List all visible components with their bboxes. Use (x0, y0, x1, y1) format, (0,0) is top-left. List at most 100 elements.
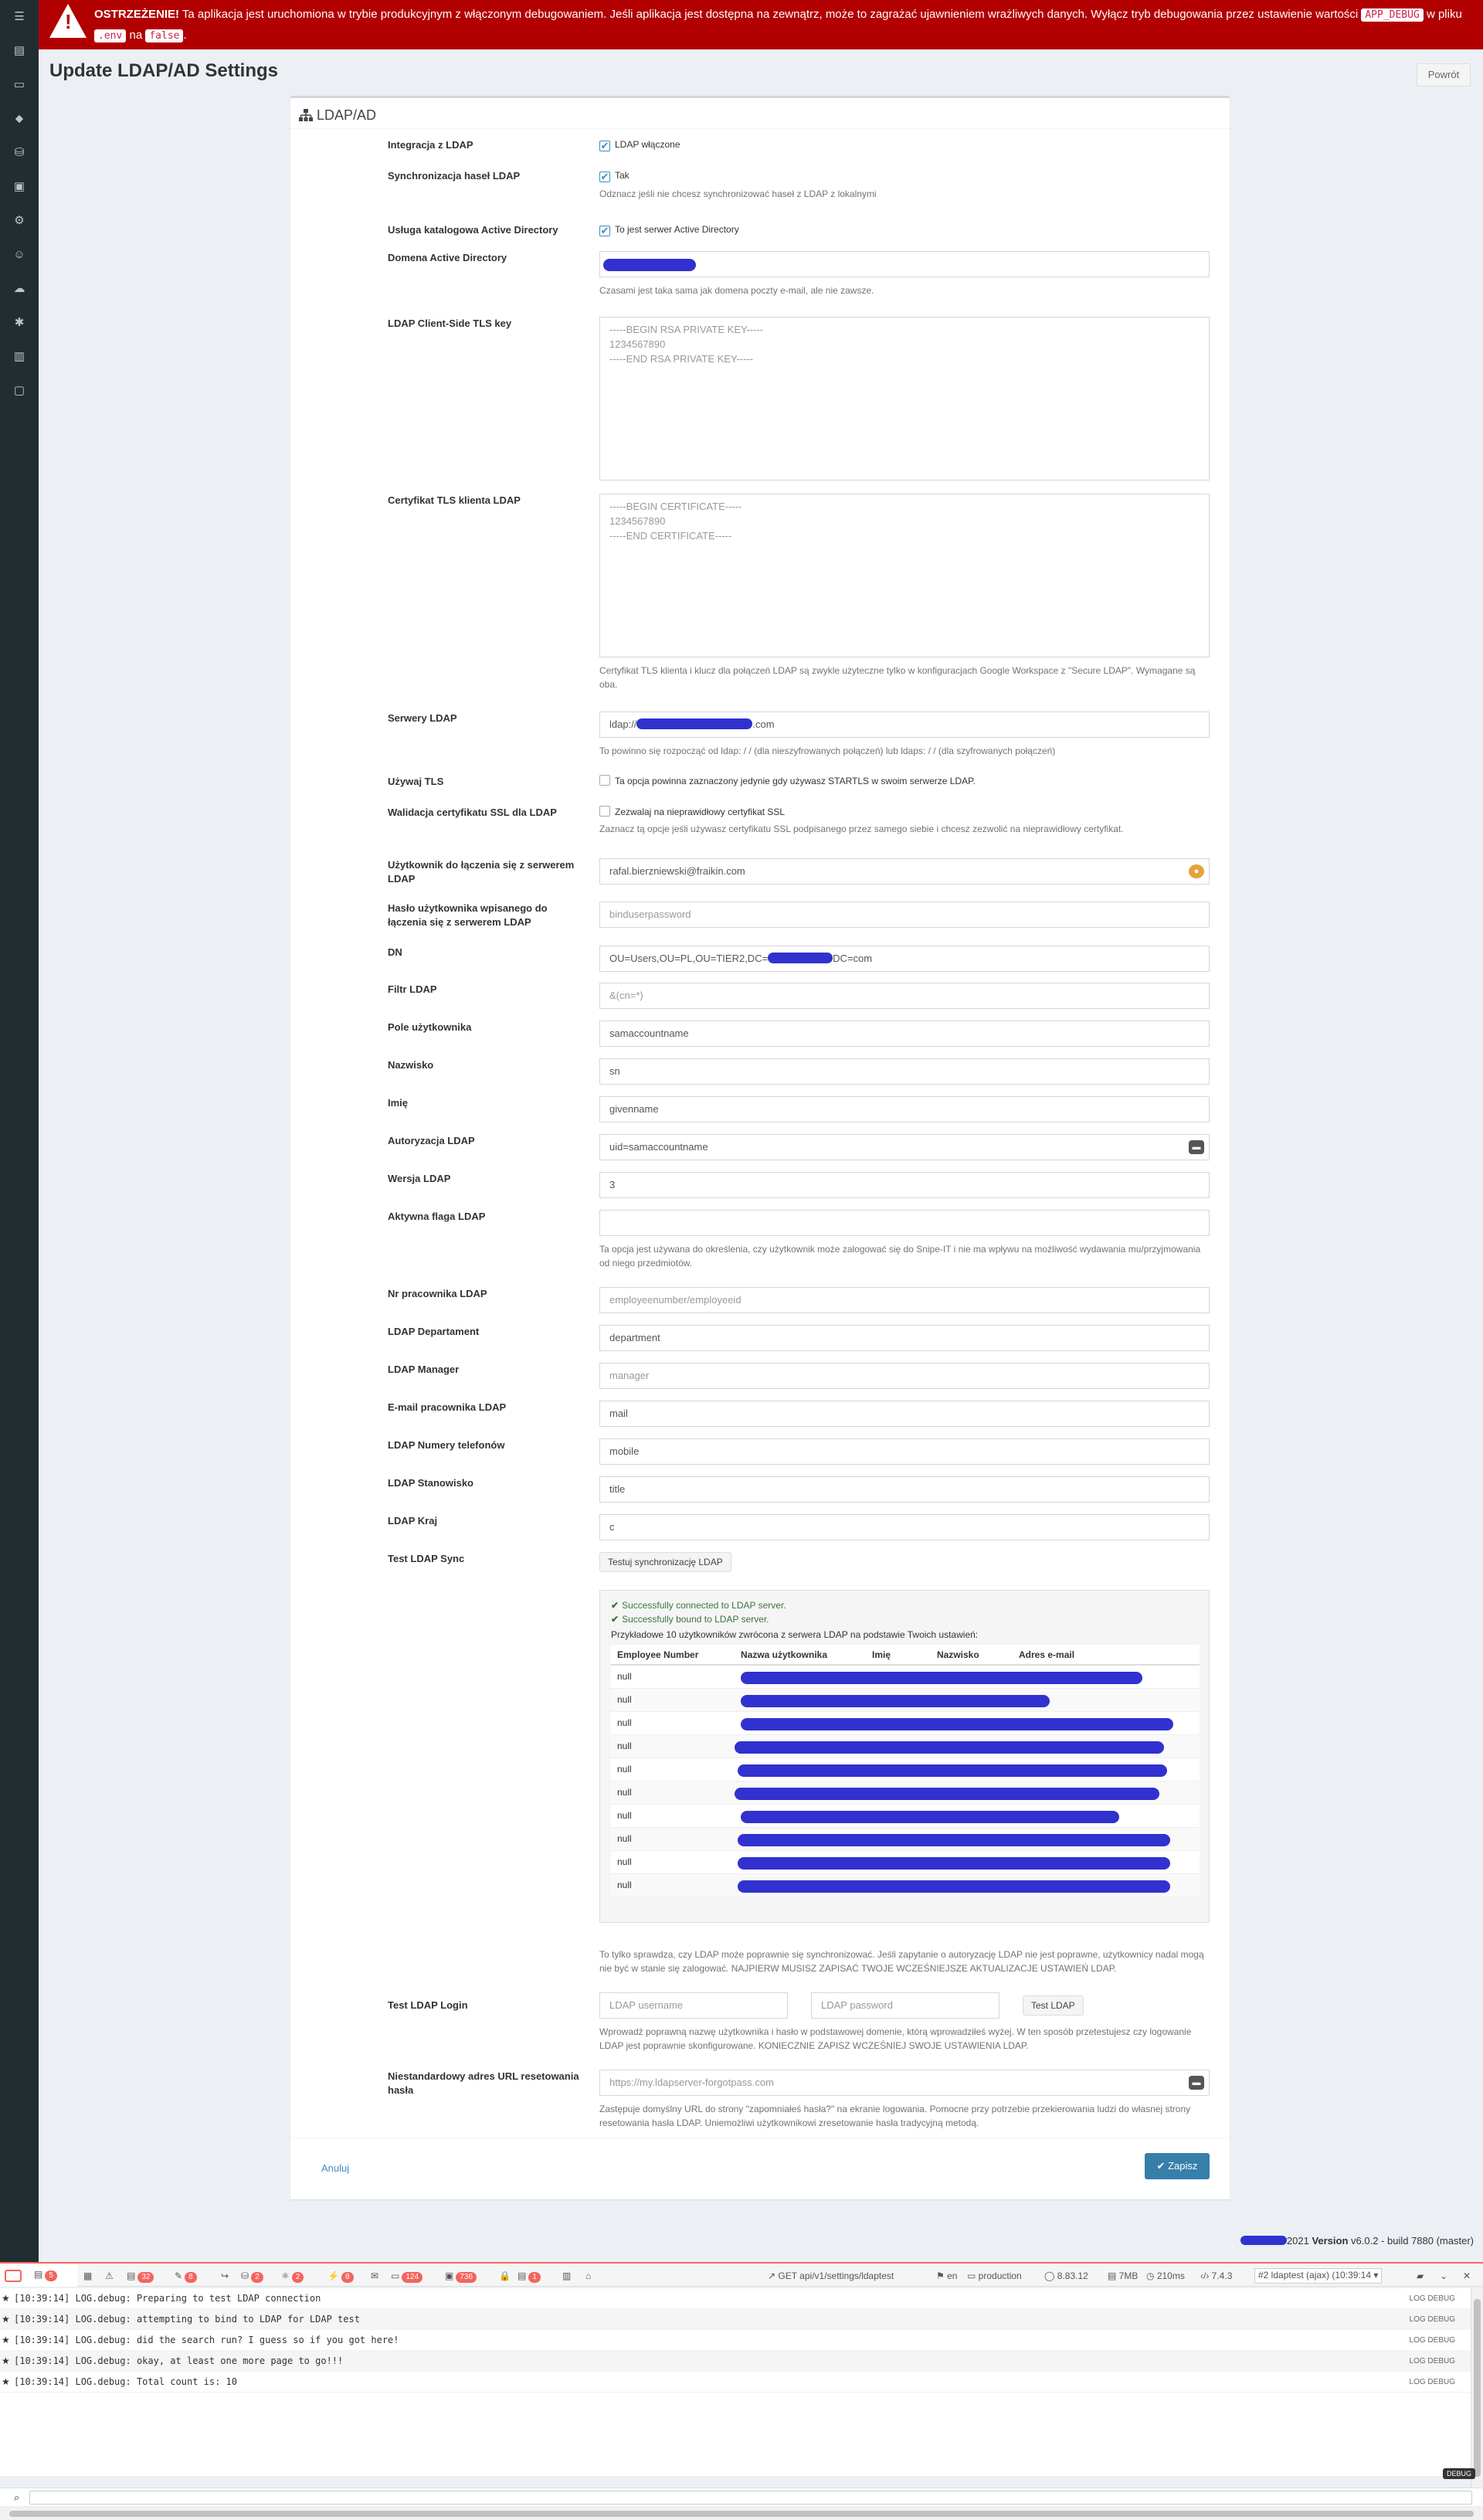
count-badge: 1 (528, 2272, 541, 2283)
field-label: LDAP Manager (388, 1364, 460, 1375)
accessory-icon[interactable]: ⬥ (0, 102, 39, 136)
queries-tab[interactable]: ⛁ 2 (241, 2270, 263, 2283)
back-button[interactable]: Powrót (1417, 63, 1471, 87)
mail-icon[interactable]: ✉ (371, 2270, 378, 2282)
ldap-filter-input[interactable]: &(cn=*) (599, 983, 1210, 1009)
log-item[interactable]: ★ [10:39:14] LOG.debug: okay, at least on… (0, 2351, 1471, 2372)
count-badge: 2 (291, 2272, 304, 2283)
active-flag-input[interactable] (599, 1210, 1210, 1236)
input-value: .com (752, 718, 775, 730)
log-search-input[interactable] (29, 2491, 1472, 2505)
route-tab[interactable]: ✎ 8 (175, 2270, 197, 2283)
star-icon: ★ (2, 2335, 10, 2345)
laravel-version-info: ◯ 8.83.12 (1044, 2270, 1088, 2281)
field-label: LDAP Stanowisko (388, 1477, 474, 1489)
timeline-icon[interactable]: ▦ (83, 2270, 92, 2282)
redaction-mark (741, 1717, 1173, 1730)
license-icon[interactable]: ▭ (0, 68, 39, 102)
base-dn-input[interactable]: OU=Users,OU=PL,OU=TIER2,DC= DC=com (599, 946, 1210, 972)
auth-query-input[interactable]: uid=samaccountname ▬ (599, 1134, 1210, 1160)
scrollbar-thumb[interactable] (1474, 2299, 1481, 2477)
employee-number-cell: null (611, 1734, 735, 1758)
employee-number-cell: null (611, 1757, 735, 1781)
models-tab[interactable]: ⚛ 2 (281, 2270, 304, 2283)
test-ldap-login-button[interactable]: Test LDAP (1023, 1995, 1084, 2016)
input-value: OU=Users,OU=PL,OU=TIER2,DC= (609, 953, 769, 964)
pw-sync-checkbox[interactable]: ✔ (599, 172, 610, 182)
manager-input[interactable]: manager (599, 1363, 1210, 1389)
test-ldap-username-input[interactable]: LDAP username (599, 1992, 788, 2019)
field-label: Test LDAP Login (388, 1999, 468, 2011)
test-ldap-password-input[interactable]: LDAP password (811, 1992, 999, 2019)
jobtitle-field-input[interactable]: title (599, 1476, 1210, 1503)
lastname-field-input[interactable]: sn (599, 1058, 1210, 1085)
scrollbar-thumb[interactable] (9, 2511, 1474, 2517)
employee-number-input[interactable]: employeenumber/employeeid (599, 1287, 1210, 1313)
message-icon[interactable]: ▬ (1189, 2076, 1204, 2090)
bind-user-input[interactable]: rafal.bierzniewski@fraikin.com ● (599, 858, 1210, 885)
reset-url-input[interactable]: https://my.ldapserver-forgotpass.com ▬ (599, 2070, 1210, 2096)
request-select[interactable]: #2 ldaptest (ajax) (10:39:14 ▾ (1254, 2268, 1383, 2284)
redaction-mark (603, 259, 696, 271)
debugbar-logo[interactable]: ▤ 5 (0, 2264, 77, 2287)
test-ldap-sync-button[interactable]: Testuj synchronizację LDAP (599, 1552, 731, 1572)
settings-icon[interactable]: ✱ (0, 306, 39, 340)
horizontal-scrollbar[interactable] (0, 2508, 1483, 2520)
table-row: null (611, 1710, 1200, 1734)
events-tab[interactable]: ⚡ 8 (327, 2270, 354, 2283)
log-text: [10:39:14] LOG.debug: Preparing to test … (14, 2293, 321, 2304)
star-icon: ★ (2, 2293, 10, 2304)
log-item[interactable]: ★ [10:39:14] LOG.debug: Preparing to test… (0, 2288, 1471, 2309)
country-field-input[interactable]: c (599, 1514, 1210, 1540)
exceptions-icon[interactable]: ⚠ (105, 2270, 114, 2282)
kit-icon[interactable]: ⚙ (0, 204, 39, 238)
bind-password-input[interactable]: binduserpassword (599, 902, 1210, 928)
close-icon[interactable]: ✕ (1463, 2270, 1471, 2282)
cache-icon[interactable]: ▥ (562, 2270, 571, 2282)
reports-icon[interactable]: ▥ (0, 340, 39, 374)
tag-icon[interactable]: ⌂ (585, 2270, 591, 2282)
lock-icon[interactable]: 🔒 (499, 2270, 511, 2282)
department-input[interactable]: department (599, 1325, 1210, 1351)
ldap-version-input[interactable]: 3 (599, 1172, 1210, 1198)
ldap-server-input[interactable]: ldap:// .com (599, 712, 1210, 738)
ldap-enabled-checkbox[interactable]: ✔ (599, 141, 610, 151)
component-icon[interactable]: ▣ (0, 170, 39, 204)
messages-tab[interactable]: ▤ 5 (34, 2268, 57, 2281)
username-field-input[interactable]: samaccountname (599, 1021, 1210, 1047)
request-tab[interactable]: ▤ 1 (518, 2270, 541, 2283)
session-tab[interactable]: ▣ 736 (445, 2270, 477, 2283)
users-icon[interactable]: ☺ (0, 238, 39, 272)
field-label: DN (388, 946, 402, 958)
log-item[interactable]: ★ [10:39:14] LOG.debug: attempting to bin… (0, 2309, 1471, 2330)
debug-warning-alert: ! OSTRZEŻENIE! Ta aplikacja jest uruchom… (39, 0, 1483, 49)
sample-users-caption: Przykładowe 10 użytkowników zwrócona z s… (611, 1629, 979, 1640)
ad-checkbox[interactable]: ✔ (599, 226, 610, 236)
password-manager-icon[interactable]: ● (1189, 864, 1204, 878)
cancel-link[interactable]: Anuluj (321, 2162, 349, 2174)
save-button[interactable]: ✔ Zapisz (1145, 2153, 1210, 2179)
chevron-down-icon[interactable]: ⌄ (1440, 2270, 1447, 2282)
allow-invalid-ssl-checkbox[interactable] (599, 806, 610, 817)
dashboard-icon[interactable]: ☰ (0, 0, 39, 34)
email-field-input[interactable]: mail (599, 1401, 1210, 1427)
consumable-icon[interactable]: ⛁ (0, 136, 39, 170)
share-icon[interactable]: ↪ (221, 2270, 229, 2282)
log-scrollbar[interactable] (1471, 2288, 1483, 2488)
barcode-icon[interactable]: ▤ (0, 34, 39, 68)
help-text: Odznacz jeśli nie chcesz synchronizować … (599, 188, 877, 199)
use-tls-checkbox[interactable] (599, 775, 610, 786)
message-icon[interactable]: ▬ (1189, 1140, 1204, 1154)
gate-tab[interactable]: ▭ 124 (391, 2270, 423, 2283)
client-tls-key-textarea[interactable]: -----BEGIN RSA PRIVATE KEY----- 12345678… (599, 317, 1210, 481)
ad-domain-input[interactable] (599, 251, 1210, 277)
phone-field-input[interactable]: mobile (599, 1438, 1210, 1465)
log-item[interactable]: ★ [10:39:14] LOG.debug: did the search ru… (0, 2330, 1471, 2351)
firstname-field-input[interactable]: givenname (599, 1096, 1210, 1122)
requestable-icon[interactable]: ▢ (0, 374, 39, 408)
import-icon[interactable]: ☁ (0, 272, 39, 306)
views-tab[interactable]: ▤ 32 (127, 2270, 154, 2283)
log-item[interactable]: ★ [10:39:14] LOG.debug: Total count is: 1… (0, 2372, 1471, 2393)
client-tls-cert-textarea[interactable]: -----BEGIN CERTIFICATE----- 1234567890 -… (599, 494, 1210, 657)
folder-icon[interactable]: ▰ (1417, 2270, 1424, 2282)
